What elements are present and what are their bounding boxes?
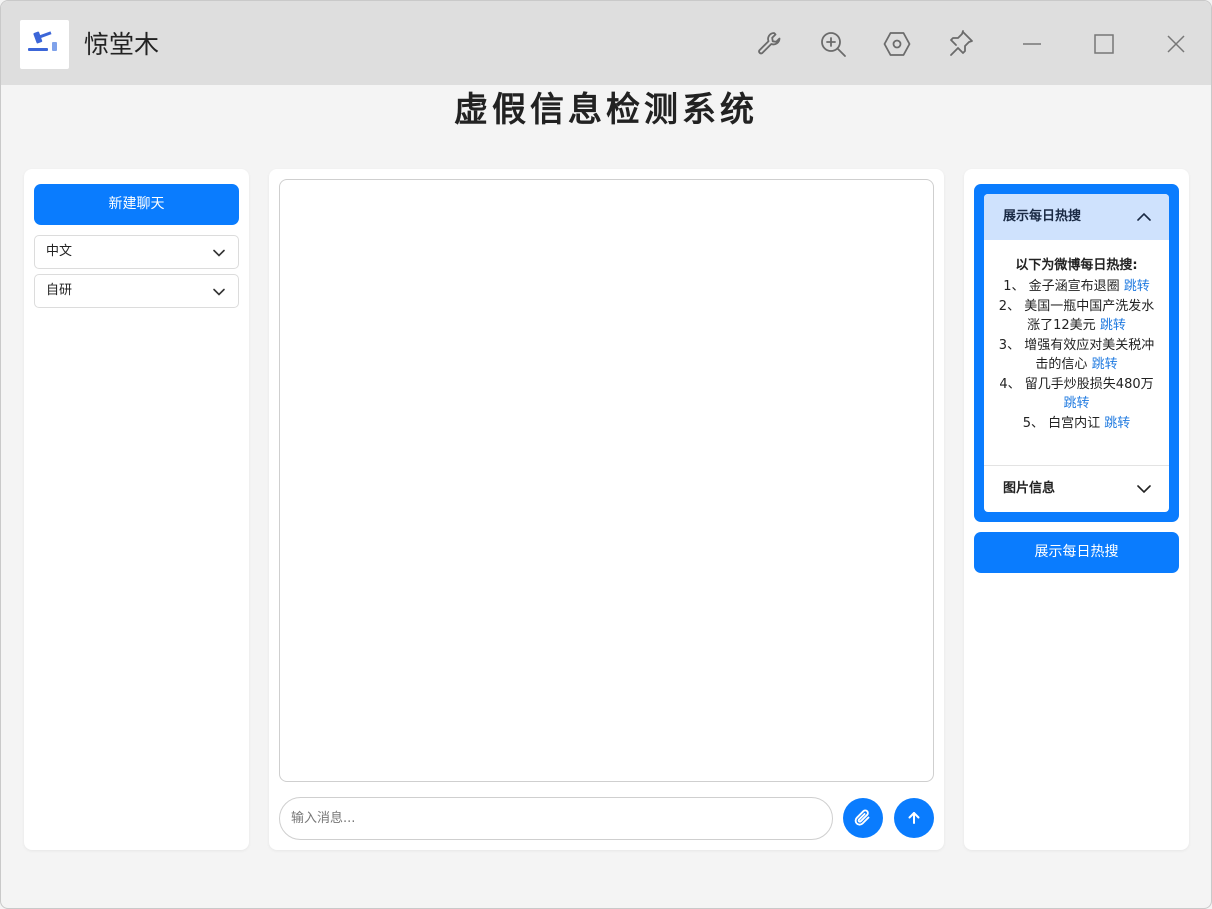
arrow-up-icon: [908, 812, 920, 824]
new-chat-button[interactable]: 新建聊天: [34, 184, 239, 225]
chevron-down-icon: [1137, 485, 1151, 494]
accordion-header-label: 图片信息: [1003, 481, 1056, 496]
close-icon[interactable]: [1162, 30, 1190, 58]
hot-search-item: 5、 白宫内讧 跳转: [998, 414, 1155, 433]
pin-icon[interactable]: [945, 29, 975, 59]
jump-link[interactable]: 跳转: [1092, 357, 1118, 372]
title-bar: 惊堂木: [1, 1, 1211, 85]
hot-search-intro: 以下为微博每日热搜:: [1015, 258, 1138, 273]
hot-search-item: 3、 增强有效应对美关税冲击的信心 跳转: [998, 336, 1155, 374]
model-select[interactable]: 自研: [34, 274, 239, 308]
language-select[interactable]: 中文: [34, 235, 239, 269]
hot-search-item-label: 1、 金子涵宣布退圈: [1003, 279, 1120, 294]
message-input[interactable]: [279, 797, 833, 840]
jump-link[interactable]: 跳转: [1104, 416, 1130, 431]
paperclip-icon: [854, 809, 870, 826]
show-hot-search-button[interactable]: 展示每日热搜: [974, 532, 1179, 573]
accordion-header-hot-search[interactable]: 展示每日热搜: [984, 194, 1169, 240]
hot-search-item: 1、 金子涵宣布退圈 跳转: [998, 277, 1155, 296]
language-select-value: 中文: [46, 244, 73, 259]
attach-button[interactable]: [843, 798, 883, 838]
accordion-header-label: 展示每日热搜: [1003, 209, 1082, 224]
chevron-down-icon: [213, 249, 225, 257]
maximize-icon[interactable]: [1090, 30, 1118, 58]
minimize-icon[interactable]: [1018, 30, 1046, 58]
jump-link[interactable]: 跳转: [1063, 396, 1089, 411]
app-window: 惊堂木 虚假信息检测系统 新建聊天 中文 自研 输入消息... 展示每日热搜 以…: [0, 0, 1212, 909]
accordion-header-image-info[interactable]: 图片信息: [984, 466, 1169, 512]
app-title: 惊堂木: [84, 30, 160, 59]
right-sidebar: 展示每日热搜 以下为微博每日热搜: 1、 金子涵宣布退圈 跳转 2、 美国一瓶中…: [964, 169, 1189, 850]
model-select-value: 自研: [46, 283, 73, 298]
jump-link[interactable]: 跳转: [1100, 318, 1126, 333]
hot-search-list: 以下为微博每日热搜: 1、 金子涵宣布退圈 跳转 2、 美国一瓶中国产洗发水涨了…: [984, 240, 1169, 465]
chevron-up-icon: [1137, 212, 1151, 221]
gavel-icon: [28, 31, 57, 51]
app-logo: [20, 20, 69, 69]
hot-search-item-label: 2、 美国一瓶中国产洗发水涨了12美元: [998, 299, 1155, 333]
hot-search-card: 展示每日热搜 以下为微博每日热搜: 1、 金子涵宣布退圈 跳转 2、 美国一瓶中…: [974, 184, 1179, 522]
left-sidebar: 新建聊天 中文 自研: [24, 169, 249, 850]
hot-search-item-label: 5、 白宫内讧: [1022, 416, 1101, 431]
chat-messages-area[interactable]: [279, 179, 934, 782]
hot-search-item: 2、 美国一瓶中国产洗发水涨了12美元 跳转: [998, 297, 1155, 335]
zoom-in-icon[interactable]: [818, 29, 848, 59]
wrench-icon[interactable]: [755, 29, 785, 59]
hot-search-item-label: 4、 留几手炒股损失480万: [999, 377, 1154, 392]
chevron-down-icon: [213, 288, 225, 296]
page-title: 虚假信息检测系统: [454, 90, 758, 130]
hot-search-item-label: 3、 增强有效应对美关税冲击的信心: [998, 338, 1155, 372]
accordion: 展示每日热搜 以下为微博每日热搜: 1、 金子涵宣布退圈 跳转 2、 美国一瓶中…: [984, 194, 1169, 512]
send-button[interactable]: [894, 798, 934, 838]
hot-search-item: 4、 留几手炒股损失480万 跳转: [998, 375, 1155, 413]
chat-panel: [269, 169, 944, 850]
settings-hex-icon[interactable]: [882, 29, 912, 59]
jump-link[interactable]: 跳转: [1124, 279, 1150, 294]
